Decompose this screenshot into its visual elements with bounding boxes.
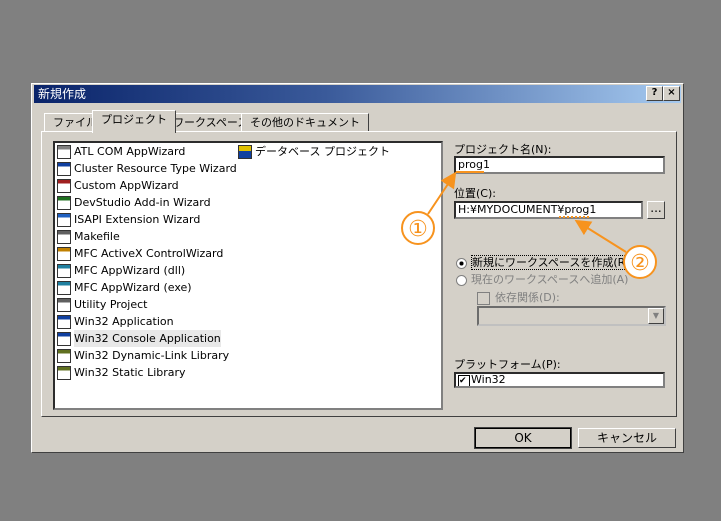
annotation-overlay: ① ② xyxy=(401,171,657,279)
callout-1: ① xyxy=(408,217,428,242)
arrow-2 xyxy=(574,219,627,253)
callout-2: ② xyxy=(630,251,650,276)
arrow-1 xyxy=(427,171,457,215)
tab-project[interactable]: プロジェクト xyxy=(92,110,176,133)
